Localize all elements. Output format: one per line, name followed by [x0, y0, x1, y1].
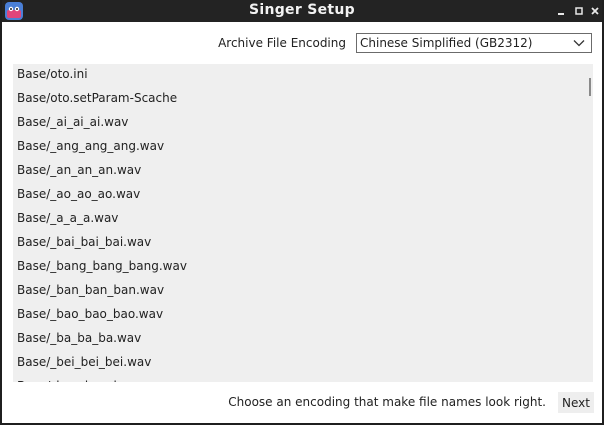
minimize-icon[interactable] — [553, 3, 569, 19]
list-item[interactable]: Base/_a_a_a.wav — [17, 206, 118, 230]
close-icon[interactable] — [587, 3, 603, 19]
list-item[interactable]: Base/_ao_ao_ao.wav — [17, 182, 140, 206]
title-bar[interactable]: Singer Setup — [2, 0, 602, 22]
file-list[interactable]: Base/oto.ini Base/oto.setParam-Scache Base… — [13, 64, 593, 382]
list-item[interactable]: Base/_ang_ang_ang.wav — [17, 134, 164, 158]
chevron-down-icon — [573, 40, 585, 47]
window-title: Singer Setup — [248, 2, 355, 18]
list-item[interactable]: Base/_ai_ai_ai.wav — [17, 110, 128, 134]
list-item[interactable]: Base/_an_an_an.wav — [17, 158, 141, 182]
list-item[interactable]: Base/_bai_bai_bai.wav — [17, 230, 151, 254]
next-button[interactable]: Next — [558, 392, 594, 413]
list-item[interactable]: Base/_bang_bang_bang.wav — [17, 254, 187, 278]
list-item[interactable]: Base/_ben_ben_ben.wav — [17, 374, 164, 382]
list-item[interactable]: Base/_ban_ban_ban.wav — [17, 278, 164, 302]
list-item[interactable]: Base/oto.ini — [17, 64, 88, 86]
list-item[interactable]: Base/oto.setParam-Scache — [17, 86, 177, 110]
encoding-selected-value: Chinese Simplified (GB2312) — [360, 36, 533, 50]
singer-setup-window: Singer Setup Archive File Encoding Chine… — [0, 0, 604, 425]
encoding-row: Archive File Encoding Chinese Simplified… — [218, 32, 592, 54]
scrollbar[interactable] — [589, 78, 591, 96]
list-item[interactable]: Base/_bao_bao_bao.wav — [17, 302, 163, 326]
encoding-label: Archive File Encoding — [218, 36, 346, 50]
hint-text: Choose an encoding that make file names … — [228, 395, 546, 409]
list-item[interactable]: Base/_bei_bei_bei.wav — [17, 350, 151, 374]
encoding-select[interactable]: Chinese Simplified (GB2312) — [356, 33, 592, 53]
maximize-icon[interactable] — [571, 3, 587, 19]
list-item[interactable]: Base/_ba_ba_ba.wav — [17, 326, 141, 350]
